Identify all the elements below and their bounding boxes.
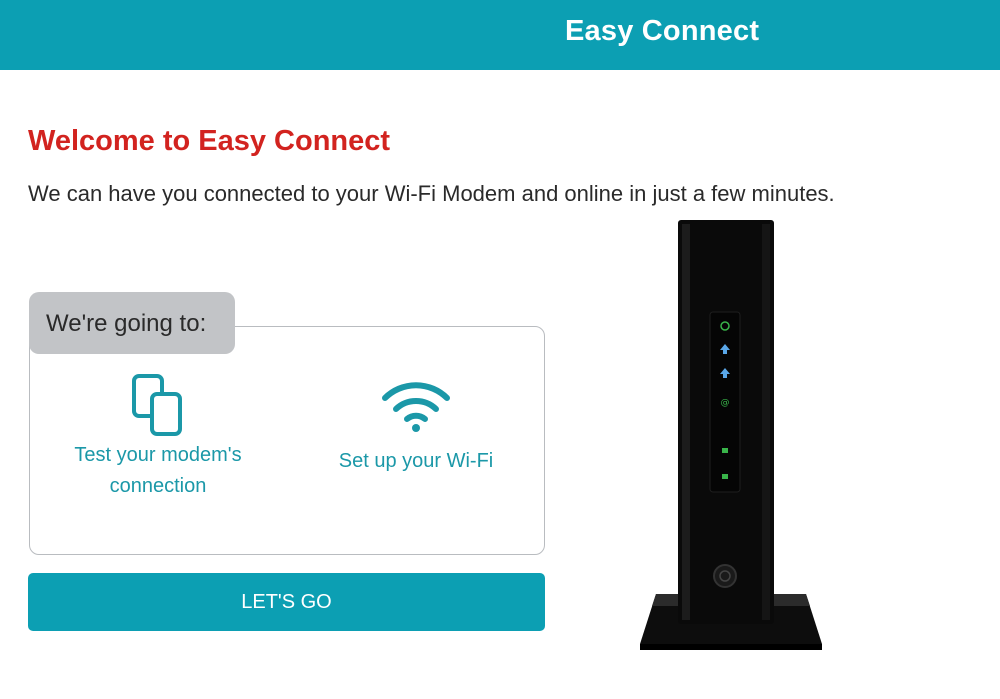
step-test-connection: Test your modem's connection	[48, 372, 268, 502]
svg-text:@: @	[721, 398, 730, 408]
step-wifi-label: Set up your Wi-Fi	[338, 450, 494, 472]
step-test-label-line1: Test your modem's	[74, 444, 242, 466]
top-bar: Easy Connect	[0, 0, 1000, 70]
step-test-label-line2: connection	[109, 475, 207, 497]
copy-icon	[132, 374, 182, 436]
step-setup-wifi: Set up your Wi-Fi	[316, 380, 516, 477]
app-title: Easy Connect	[565, 15, 760, 47]
lets-go-button[interactable]: LET'S GO	[28, 573, 545, 631]
modem-image: @	[640, 220, 822, 650]
steps-heading: We're going to:	[46, 310, 207, 337]
wifi-icon	[382, 382, 450, 432]
welcome-subtitle: We can have you connected to your Wi-Fi …	[28, 181, 835, 206]
welcome-heading: Welcome to Easy Connect	[28, 125, 391, 157]
